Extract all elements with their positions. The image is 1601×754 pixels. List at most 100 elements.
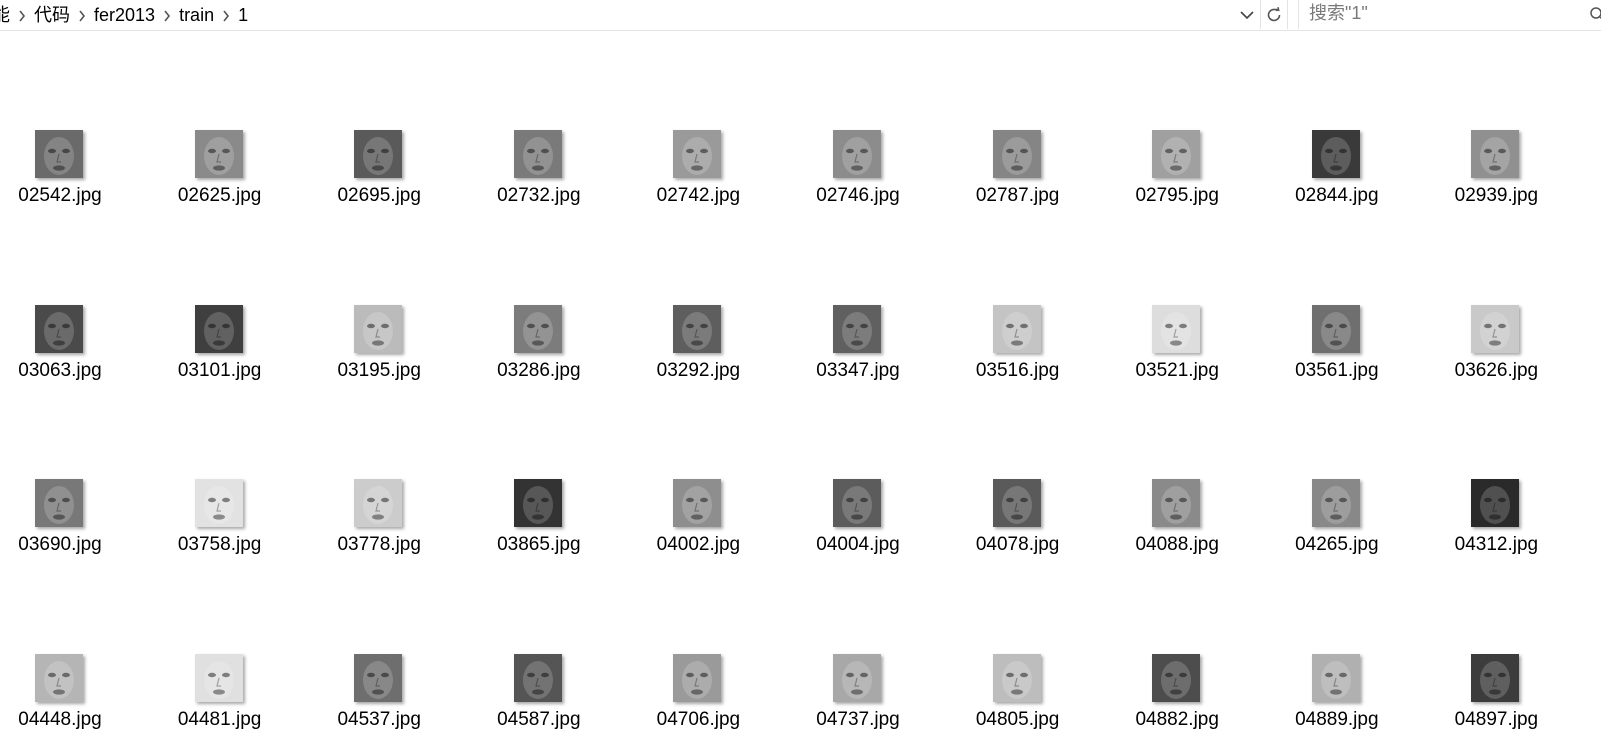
file-name: 04737.jpg xyxy=(816,708,900,730)
image-thumbnail[interactable] xyxy=(1311,130,1360,178)
image-thumbnail[interactable] xyxy=(513,479,562,527)
file-item[interactable]: 03626.jpg xyxy=(1436,304,1586,405)
chevron-right-icon[interactable] xyxy=(157,8,177,22)
image-thumbnail[interactable] xyxy=(194,130,243,178)
image-thumbnail[interactable] xyxy=(992,304,1041,353)
image-thumbnail[interactable] xyxy=(513,304,562,353)
image-thumbnail[interactable] xyxy=(1152,653,1201,702)
breadcrumb-item-code[interactable]: 代码 xyxy=(32,0,72,30)
chevron-right-icon[interactable] xyxy=(12,8,32,22)
file-item[interactable]: 03347.jpg xyxy=(798,304,948,405)
file-item[interactable]: 03292.jpg xyxy=(638,304,788,405)
breadcrumb-item-train[interactable]: train xyxy=(177,0,216,30)
image-thumbnail[interactable] xyxy=(833,479,881,527)
breadcrumb-item-current[interactable]: 1 xyxy=(236,0,250,30)
search-icon[interactable] xyxy=(1589,6,1601,24)
file-item[interactable]: 02939.jpg xyxy=(1436,130,1586,230)
file-item[interactable]: 03516.jpg xyxy=(958,304,1108,405)
search-input[interactable] xyxy=(1299,0,1569,27)
image-thumbnail[interactable] xyxy=(35,479,83,527)
file-item[interactable]: 02542.jpg xyxy=(0,130,150,230)
image-thumbnail[interactable] xyxy=(35,304,83,353)
file-item[interactable]: 04265.jpg xyxy=(1277,479,1427,579)
file-item[interactable]: 03286.jpg xyxy=(479,304,629,405)
file-item[interactable]: 04805.jpg xyxy=(958,653,1108,754)
file-item[interactable]: 04312.jpg xyxy=(1436,479,1586,579)
image-thumbnail[interactable] xyxy=(673,479,722,527)
image-thumbnail[interactable] xyxy=(1311,653,1360,702)
image-thumbnail[interactable] xyxy=(1471,304,1520,353)
image-thumbnail[interactable] xyxy=(354,304,403,353)
file-item[interactable]: 03101.jpg xyxy=(160,304,310,405)
file-item[interactable]: 04002.jpg xyxy=(638,479,788,579)
file-name: 04088.jpg xyxy=(1135,534,1219,555)
image-thumbnail[interactable] xyxy=(992,130,1041,178)
file-item[interactable]: 04004.jpg xyxy=(798,479,948,579)
file-name: 04805.jpg xyxy=(975,708,1060,730)
image-thumbnail[interactable] xyxy=(35,653,83,702)
file-item[interactable]: 02742.jpg xyxy=(638,130,788,230)
file-name: 02542.jpg xyxy=(18,185,102,206)
image-thumbnail[interactable] xyxy=(35,130,83,178)
file-item[interactable]: 02746.jpg xyxy=(798,130,948,230)
image-thumbnail[interactable] xyxy=(833,653,881,702)
image-thumbnail[interactable] xyxy=(833,130,881,178)
file-item[interactable]: 03521.jpg xyxy=(1117,304,1267,405)
file-item[interactable]: 04889.jpg xyxy=(1277,653,1427,754)
breadcrumb-item-fer2013[interactable]: fer2013 xyxy=(92,0,157,30)
image-thumbnail[interactable] xyxy=(354,653,403,702)
image-thumbnail[interactable] xyxy=(1471,130,1520,178)
image-thumbnail[interactable] xyxy=(354,479,403,527)
image-thumbnail[interactable] xyxy=(513,130,562,178)
file-item[interactable]: 04737.jpg xyxy=(798,653,948,754)
file-item[interactable]: 03778.jpg xyxy=(319,479,469,579)
file-name: 04537.jpg xyxy=(337,708,421,730)
file-item[interactable]: 03690.jpg xyxy=(0,479,150,579)
image-thumbnail[interactable] xyxy=(194,653,243,702)
file-item[interactable]: 03865.jpg xyxy=(479,479,629,579)
file-item[interactable]: 04537.jpg xyxy=(319,653,469,754)
chevron-right-icon[interactable] xyxy=(72,8,92,22)
file-item[interactable]: 04448.jpg xyxy=(0,653,150,754)
file-item[interactable]: 02695.jpg xyxy=(319,130,469,230)
image-thumbnail[interactable] xyxy=(194,304,243,353)
image-thumbnail[interactable] xyxy=(1152,304,1201,353)
image-thumbnail[interactable] xyxy=(833,304,881,353)
image-thumbnail[interactable] xyxy=(513,653,562,702)
image-thumbnail[interactable] xyxy=(1471,653,1520,702)
file-name: 04587.jpg xyxy=(497,708,581,730)
image-thumbnail[interactable] xyxy=(1311,479,1360,527)
image-thumbnail[interactable] xyxy=(1152,130,1201,178)
breadcrumb-item-parent[interactable]: 能 xyxy=(0,0,12,30)
image-thumbnail[interactable] xyxy=(1311,304,1360,353)
file-item[interactable]: 02787.jpg xyxy=(958,130,1108,230)
image-thumbnail[interactable] xyxy=(673,653,722,702)
file-item[interactable]: 04587.jpg xyxy=(479,653,629,754)
chevron-right-icon[interactable] xyxy=(216,8,236,22)
image-thumbnail[interactable] xyxy=(1471,479,1520,527)
file-item[interactable]: 04897.jpg xyxy=(1436,653,1586,754)
file-item[interactable]: 04078.jpg xyxy=(958,479,1108,579)
image-thumbnail[interactable] xyxy=(354,130,403,178)
file-item[interactable]: 02844.jpg xyxy=(1277,130,1427,230)
file-item[interactable]: 02795.jpg xyxy=(1117,130,1267,230)
file-item[interactable]: 04088.jpg xyxy=(1117,479,1267,579)
file-item[interactable]: 03195.jpg xyxy=(319,304,469,405)
image-thumbnail[interactable] xyxy=(992,479,1041,527)
file-item[interactable]: 03561.jpg xyxy=(1277,304,1427,405)
image-thumbnail[interactable] xyxy=(1152,479,1201,527)
file-item[interactable]: 04706.jpg xyxy=(638,653,788,754)
image-thumbnail[interactable] xyxy=(673,130,722,178)
image-thumbnail[interactable] xyxy=(194,479,243,527)
file-item[interactable]: 02732.jpg xyxy=(479,130,629,230)
file-item[interactable]: 03063.jpg xyxy=(0,304,150,405)
file-item[interactable]: 04481.jpg xyxy=(160,653,310,754)
file-item[interactable]: 02625.jpg xyxy=(160,130,310,230)
image-thumbnail[interactable] xyxy=(992,653,1041,702)
chevron-down-icon[interactable] xyxy=(1236,3,1258,27)
file-name: 04706.jpg xyxy=(656,708,741,730)
refresh-icon[interactable] xyxy=(1260,0,1288,29)
file-item[interactable]: 04882.jpg xyxy=(1117,653,1267,754)
file-item[interactable]: 03758.jpg xyxy=(160,479,310,579)
image-thumbnail[interactable] xyxy=(673,304,722,353)
